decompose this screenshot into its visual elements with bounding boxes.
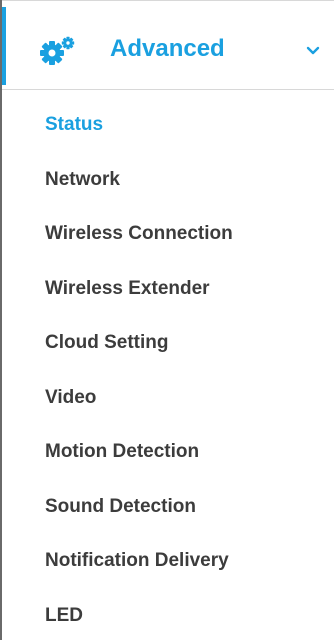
menu-item-sound-detection[interactable]: Sound Detection: [2, 480, 334, 535]
menu-item-wireless-connection[interactable]: Wireless Connection: [2, 207, 334, 262]
menu-item-notification-delivery[interactable]: Notification Delivery: [2, 534, 334, 589]
menu-item-motion-detection[interactable]: Motion Detection: [2, 425, 334, 480]
menu-item-status[interactable]: Status: [2, 98, 334, 153]
menu-item-wireless-extender[interactable]: Wireless Extender: [2, 262, 334, 317]
chevron-down-icon[interactable]: [304, 43, 322, 57]
active-accent-bar: [2, 7, 6, 85]
gears-icon: [39, 36, 79, 66]
menu-item-led[interactable]: LED: [2, 589, 334, 640]
menu-item-video[interactable]: Video: [2, 371, 334, 426]
menu-item-cloud-setting[interactable]: Cloud Setting: [2, 316, 334, 371]
advanced-menu-list: Status Network Wireless Connection Wirel…: [2, 98, 334, 640]
advanced-section-header[interactable]: Advanced: [2, 0, 334, 90]
advanced-settings-panel: Advanced Status Network Wireless Connect…: [0, 0, 334, 640]
section-title: Advanced: [110, 35, 225, 62]
menu-item-network[interactable]: Network: [2, 153, 334, 208]
